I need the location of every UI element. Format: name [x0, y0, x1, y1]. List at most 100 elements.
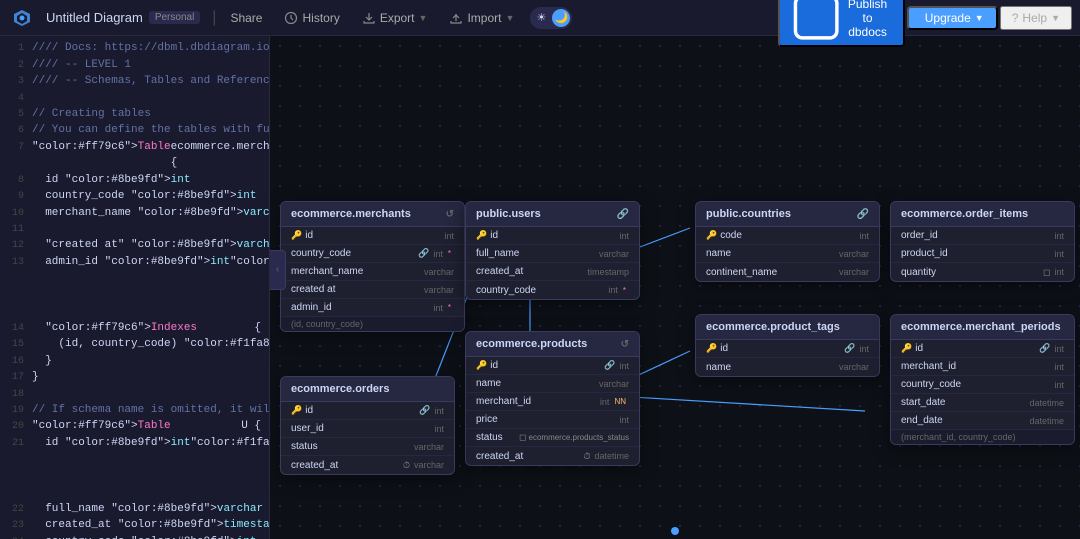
products-header: ecommerce.products ↺ — [466, 332, 639, 357]
code-line: 3//// -- Schemas, Tables and References — [0, 73, 269, 90]
clock-icon: ⏱ — [583, 451, 590, 462]
merchant-periods-header: ecommerce.merchant_periods — [891, 315, 1074, 340]
code-line: 6// You can define the tables with full … — [0, 122, 269, 139]
table-row[interactable]: 🔑 id 🔗 int — [466, 357, 639, 375]
users-table[interactable]: public.users 🔗 🔑 id int full_name varcha… — [465, 201, 640, 300]
code-line: 12 "created at" "color:#8be9fd">varchar — [0, 237, 269, 254]
countries-table[interactable]: public.countries 🔗 🔑 code int name varch… — [695, 201, 880, 282]
key-icon: 🔑 — [476, 360, 487, 371]
quantity-icon: ◻ — [1043, 267, 1050, 278]
code-line: 17} — [0, 369, 269, 386]
countries-header: public.countries 🔗 — [696, 202, 879, 227]
code-line: 7"color:#ff79c6">Table ecommerce.merchan… — [0, 139, 269, 172]
merchants-table[interactable]: ecommerce.merchants ↺ 🔑 id int country_c… — [280, 201, 465, 332]
table-row[interactable]: start_date datetime — [891, 394, 1074, 412]
diagram-canvas[interactable]: ecommerce.merchants ↺ 🔑 id int country_c… — [270, 36, 1080, 539]
collapse-panel-button[interactable]: ‹ — [270, 250, 286, 290]
products-icon: ↺ — [621, 339, 629, 350]
table-row[interactable]: quantity ◻ int — [891, 263, 1074, 281]
link-icon: 🔗 — [418, 248, 429, 259]
merchant-periods-table[interactable]: ecommerce.merchant_periods 🔑 id 🔗 int me… — [890, 314, 1075, 445]
status-icon: ◻ — [519, 432, 526, 443]
key-icon: 🔑 — [706, 343, 717, 354]
table-row[interactable]: full_name varchar — [466, 245, 639, 263]
table-row[interactable]: continent_name varchar — [696, 263, 879, 281]
code-line: 16 } — [0, 353, 269, 370]
code-editor[interactable]: 1//// Docs: https://dbml.dbdiagram.io/do… — [0, 36, 270, 539]
table-row[interactable]: name varchar — [696, 245, 879, 263]
table-row[interactable]: created_at ⏱ datetime — [466, 447, 639, 465]
export-button[interactable]: Export ▼ — [352, 8, 438, 28]
users-icon: 🔗 — [617, 209, 629, 220]
table-row[interactable]: created at varchar — [281, 281, 464, 299]
share-button[interactable]: Share — [220, 8, 272, 28]
table-row[interactable]: created_at ⏱ varchar — [281, 456, 454, 474]
import-button[interactable]: Import ▼ — [439, 8, 524, 28]
index-row: (id, country_code) — [281, 317, 464, 331]
publish-icon — [792, 0, 840, 42]
code-line: 13 admin_id "color:#8be9fd">int "color:#… — [0, 254, 269, 320]
table-row[interactable]: price int — [466, 411, 639, 429]
upgrade-button[interactable]: Upgrade ▼ — [907, 6, 998, 30]
key-icon: 🔑 — [291, 405, 302, 416]
code-line: 5// Creating tables — [0, 106, 269, 123]
table-row[interactable]: end_date datetime — [891, 412, 1074, 430]
table-row[interactable]: 🔑 id 🔗 int — [281, 402, 454, 420]
table-row[interactable]: status varchar — [281, 438, 454, 456]
table-row[interactable]: country_code 🔗 int * — [281, 245, 464, 263]
light-mode-icon[interactable]: ☀ — [532, 9, 550, 27]
table-row[interactable]: merchant_id int NN — [466, 393, 639, 411]
import-icon — [449, 11, 463, 25]
history-button[interactable]: History — [274, 8, 349, 28]
orders-table[interactable]: ecommerce.orders 🔑 id 🔗 int user_id int … — [280, 376, 455, 475]
diagram-title[interactable]: Untitled Diagram — [46, 10, 143, 25]
app-logo[interactable] — [8, 4, 36, 32]
clock-icon: ⏱ — [403, 460, 410, 471]
merchants-header: ecommerce.merchants ↺ — [281, 202, 464, 227]
table-row[interactable]: 🔑 id int — [281, 227, 464, 245]
order-items-table[interactable]: ecommerce.order_items order_id int produ… — [890, 201, 1075, 282]
table-row[interactable]: 🔑 id 🔗 int — [696, 340, 879, 358]
dark-mode-icon[interactable]: 🌙 — [552, 9, 570, 27]
table-row[interactable]: country_code int — [891, 376, 1074, 394]
products-table[interactable]: ecommerce.products ↺ 🔑 id 🔗 int name var… — [465, 331, 640, 466]
table-row[interactable]: status ◻ ecommerce.products_status — [466, 429, 639, 447]
code-line: 10 merchant_name "color:#8be9fd">varchar — [0, 205, 269, 222]
key-icon: 🔑 — [706, 230, 717, 241]
table-row[interactable]: user_id int — [281, 420, 454, 438]
publish-button[interactable]: Publish to dbdocs — [778, 0, 905, 47]
table-row[interactable]: country_code int * — [466, 281, 639, 299]
table-row[interactable]: 🔑 code int — [696, 227, 879, 245]
table-row[interactable]: 🔑 id int — [466, 227, 639, 245]
table-row[interactable]: created_at timestamp — [466, 263, 639, 281]
table-row[interactable]: name varchar — [696, 358, 879, 376]
code-line: 14 "color:#ff79c6">Indexes { — [0, 320, 269, 337]
code-line: 18 — [0, 386, 269, 402]
product-tags-table[interactable]: ecommerce.product_tags 🔑 id 🔗 int name v… — [695, 314, 880, 377]
code-line: 15 (id, country_code) "color:#f1fa8c">[p… — [0, 336, 269, 353]
index-row: (merchant_id, country_code) — [891, 430, 1074, 444]
table-row[interactable]: 🔑 id 🔗 int — [891, 340, 1074, 358]
table-row[interactable]: order_id int — [891, 227, 1074, 245]
code-line: 1//// Docs: https://dbml.dbdiagram.io/do… — [0, 40, 269, 57]
code-line: 8 id "color:#8be9fd">int — [0, 172, 269, 189]
help-button[interactable]: ? Help ▼ — [1000, 6, 1072, 30]
page-indicator — [671, 527, 679, 535]
table-row[interactable]: name varchar — [466, 375, 639, 393]
theme-toggle[interactable]: ☀ 🌙 — [530, 7, 572, 29]
code-line: 24 country_code "color:#8be9fd">int — [0, 534, 269, 539]
topbar: Untitled Diagram Personal | Share Histor… — [0, 0, 1080, 36]
table-row[interactable]: product_id int — [891, 245, 1074, 263]
table-row[interactable]: merchant_name varchar — [281, 263, 464, 281]
code-line: 19// If schema name is omitted, it will … — [0, 402, 269, 419]
countries-icon: 🔗 — [857, 209, 869, 220]
code-line: 20"color:#ff79c6">Table U { — [0, 418, 269, 435]
key-icon: 🔑 — [291, 230, 302, 241]
code-line: 4 — [0, 90, 269, 106]
merchants-icon: ↺ — [446, 209, 454, 220]
table-row[interactable]: merchant_id int — [891, 358, 1074, 376]
orders-header: ecommerce.orders — [281, 377, 454, 402]
table-row[interactable]: admin_id int * — [281, 299, 464, 317]
diagram-title-area: Untitled Diagram Personal — [38, 10, 208, 25]
export-icon — [362, 11, 376, 25]
